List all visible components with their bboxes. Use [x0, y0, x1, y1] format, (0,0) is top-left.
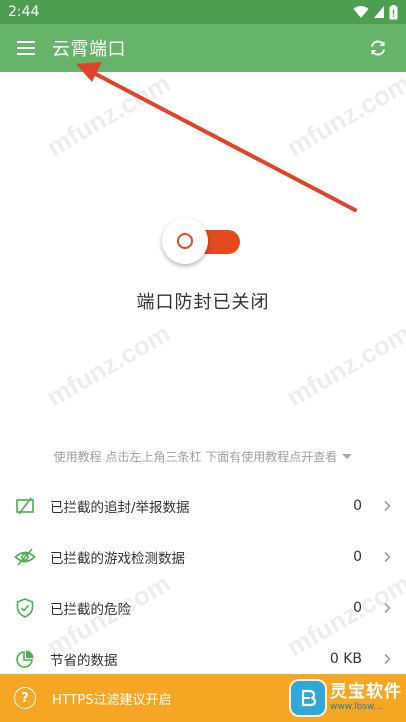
menu-button[interactable]: [0, 24, 52, 72]
chevron-right-icon: [384, 602, 391, 613]
hidden-eye-icon: [14, 547, 36, 566]
refresh-button[interactable]: [356, 24, 400, 72]
list-item-blocked-danger[interactable]: 已拦截的危险 0: [0, 582, 406, 633]
tutorial-hint-text: 使用教程 点击左上角三条杠 下面有使用教程点开查看: [53, 450, 338, 464]
status-bar: 2:44: [0, 0, 406, 24]
question-circle-icon: ?: [14, 687, 36, 709]
row-value: 0: [353, 599, 362, 616]
row-value: 0: [353, 497, 362, 514]
brand-watermark: 灵宝软件 www.lbsw...: [291, 676, 402, 720]
https-filter-text: HTTPS过滤建议开启: [52, 692, 172, 708]
caret-down-icon: [342, 454, 353, 459]
protection-status-text: 端口防封已关闭: [136, 292, 270, 313]
app-toolbar: 云霄端口: [0, 24, 406, 72]
status-time: 2:44: [8, 4, 40, 20]
watermark: mfunz.com: [281, 67, 406, 163]
page-title: 云霄端口: [52, 39, 126, 60]
power-ring-icon: [177, 233, 193, 249]
wifi-icon: [353, 6, 369, 19]
row-label: 节省的数据: [50, 652, 118, 669]
hamburger-menu-icon: [17, 41, 35, 55]
stats-list: 已拦截的追封/举报数据 0 已拦截的游戏检测数据 0 已拦截的危险 0 节省的数…: [0, 480, 406, 684]
chevron-right-icon: [384, 551, 391, 562]
brand-logo-icon: [291, 681, 325, 715]
brand-url: www.lbsw...: [330, 702, 383, 712]
blocked-tracking-icon: [16, 497, 34, 514]
refresh-icon: [371, 40, 385, 56]
pie-chart-icon: [16, 650, 34, 668]
watermark: mfunz.com: [41, 317, 176, 413]
row-label: 已拦截的游戏检测数据: [50, 550, 185, 567]
tutorial-hint[interactable]: 使用教程 点击左上角三条杠 下面有使用教程点开查看: [0, 448, 406, 465]
toggle-knob: [162, 218, 208, 264]
chevron-right-icon: [384, 500, 391, 511]
watermark: mfunz.com: [41, 67, 176, 163]
row-value: 0: [353, 548, 362, 565]
status-icons: [353, 4, 398, 20]
brand-name: 灵宝软件: [330, 682, 402, 702]
list-item-blocked-detection[interactable]: 已拦截的游戏检测数据 0: [0, 531, 406, 582]
watermark: mfunz.com: [281, 317, 406, 413]
screen: 2:44 云霄端口 mfunz.com mfunz.com mfunz.com …: [0, 0, 406, 722]
chevron-right-icon: [384, 653, 391, 664]
https-filter-banner[interactable]: ? HTTPS过滤建议开启 灵宝软件 www.lbsw...: [0, 674, 406, 722]
row-label: 已拦截的危险: [50, 601, 131, 618]
signal-icon: [374, 6, 384, 18]
battery-icon: [389, 4, 398, 19]
list-item-blocked-tracking[interactable]: 已拦截的追封/举报数据 0: [0, 480, 406, 531]
protection-toggle[interactable]: [160, 218, 242, 264]
shield-check-icon: [16, 597, 34, 618]
row-label: 已拦截的追封/举报数据: [50, 499, 190, 516]
row-value: 0 KB: [329, 650, 362, 667]
